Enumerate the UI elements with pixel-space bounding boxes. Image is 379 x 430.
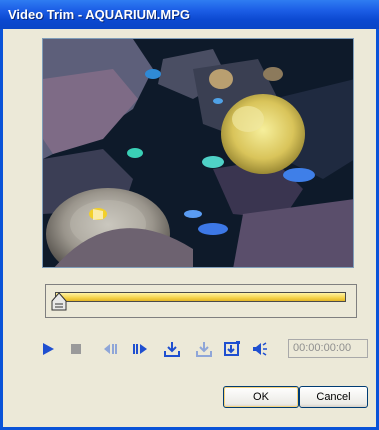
video-trim-dialog: Video Trim - AQUARIUM.MPG 00:00:00:00 OK… xyxy=(0,0,379,430)
stop-icon[interactable] xyxy=(67,340,85,358)
cancel-button[interactable]: Cancel xyxy=(299,386,368,408)
video-preview xyxy=(42,38,354,268)
title-bar[interactable]: Video Trim - AQUARIUM.MPG xyxy=(0,0,379,29)
mark-in-icon[interactable] xyxy=(163,340,181,358)
prev-frame-icon[interactable] xyxy=(101,340,119,358)
trim-start-handle-icon[interactable] xyxy=(51,292,67,312)
ok-button[interactable]: OK xyxy=(223,386,299,408)
volume-icon[interactable] xyxy=(251,340,269,358)
window-title: Video Trim - AQUARIUM.MPG xyxy=(8,7,191,22)
aquarium-frame-image xyxy=(43,39,353,267)
play-icon[interactable] xyxy=(39,340,57,358)
trim-range-bar[interactable] xyxy=(55,292,346,302)
timecode-field: 00:00:00:00 xyxy=(288,339,368,358)
mark-out-icon[interactable] xyxy=(195,340,213,358)
next-frame-icon[interactable] xyxy=(131,340,149,358)
snapshot-icon[interactable] xyxy=(223,340,241,358)
trim-slider-frame xyxy=(45,284,357,318)
